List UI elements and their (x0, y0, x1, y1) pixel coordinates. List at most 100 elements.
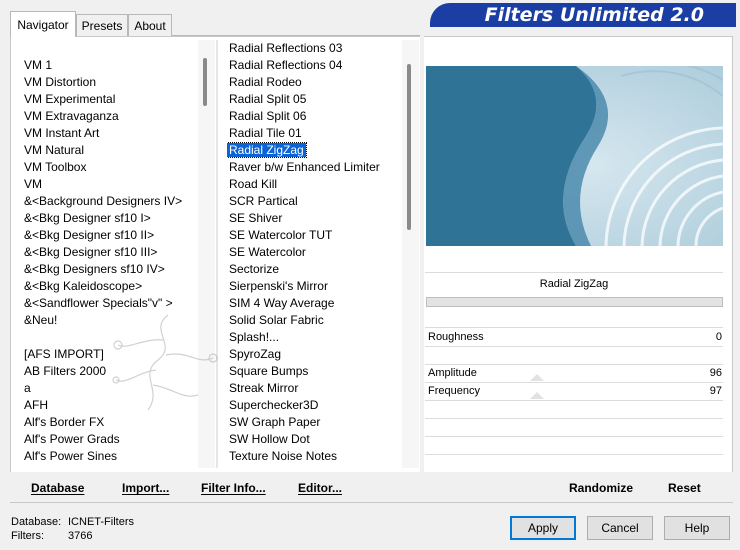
category-item[interactable]: [AFS IMPORT] (22, 346, 198, 363)
filter-item[interactable]: SE Watercolor (227, 244, 402, 261)
tab-navigator[interactable]: Navigator (10, 11, 76, 37)
category-item[interactable]: AB Filters 2000 (22, 363, 198, 380)
reset-button[interactable]: Reset (668, 481, 701, 495)
slider-caret-icon (530, 374, 544, 381)
category-item[interactable]: Alf's Power Sines (22, 448, 198, 465)
category-item[interactable]: VM Instant Art (22, 125, 198, 142)
filter-item[interactable]: Sierpenski's Mirror (227, 278, 402, 295)
param-value-amplitude[interactable]: 96 (710, 367, 722, 379)
category-item[interactable]: VM Distortion (22, 74, 198, 91)
filter-item-label: Texture Noise Notes (229, 449, 338, 463)
tab-about[interactable]: About (128, 14, 172, 36)
category-item[interactable]: VM Experimental (22, 91, 198, 108)
filter-item[interactable]: Streak Mirror (227, 380, 402, 397)
filter-item[interactable]: SIM 4 Way Average (227, 295, 402, 312)
filter-item[interactable]: Radial Split 05 (227, 91, 402, 108)
category-item-label: &<Bkg Designer sf10 I> (24, 211, 151, 225)
list-divider (216, 40, 218, 468)
apply-button[interactable]: Apply (510, 516, 576, 540)
filter-item-label: SE Watercolor (229, 245, 306, 259)
category-item[interactable] (22, 329, 198, 346)
filter-item-label: Radial Split 06 (229, 109, 307, 123)
database-button[interactable]: Database (31, 481, 84, 495)
filter-item[interactable]: Road Kill (227, 176, 402, 193)
filter-item-label: Radial Reflections 03 (229, 41, 343, 55)
category-item[interactable]: &<Bkg Designers sf10 IV> (22, 261, 198, 278)
filter-list[interactable]: Radial Reflections 03 Radial Reflections … (227, 40, 402, 468)
category-item[interactable]: Alf's Border FX (22, 414, 198, 431)
filter-item[interactable]: Sectorize (227, 261, 402, 278)
category-item-label: VM Instant Art (24, 126, 100, 140)
filter-item[interactable]: Splash!... (227, 329, 402, 346)
filter-info-button[interactable]: Filter Info... (201, 481, 266, 495)
param-line (425, 382, 723, 383)
filter-item[interactable]: SpyroZag (227, 346, 402, 363)
category-item[interactable]: Alf's Power Grads (22, 431, 198, 448)
editor-button[interactable]: Editor... (298, 481, 342, 495)
filter-item[interactable]: Radial Rodeo (227, 74, 402, 91)
category-item[interactable]: &<Bkg Designer sf10 II> (22, 227, 198, 244)
randomize-button[interactable]: Randomize (569, 481, 633, 495)
category-scrollbar[interactable] (198, 40, 215, 468)
filter-item[interactable]: Radial Split 06 (227, 108, 402, 125)
filter-item-label: Solid Solar Fabric (229, 313, 324, 327)
category-item[interactable]: VM Natural (22, 142, 198, 159)
category-item[interactable]: VM (22, 176, 198, 193)
filter-item[interactable]: Square Bumps (227, 363, 402, 380)
slider-caret-icon (530, 392, 544, 399)
category-item[interactable]: &<Sandflower Specials"v" > (22, 295, 198, 312)
panel-separator (420, 36, 424, 502)
category-item-label: Alf's Power Sines (24, 449, 117, 463)
filter-item[interactable]: Radial Reflections 04 (227, 57, 402, 74)
param-value-frequency[interactable]: 97 (710, 385, 722, 397)
param-label-roughness: Roughness (428, 331, 484, 343)
category-item-label: &<Bkg Designer sf10 II> (24, 228, 155, 242)
filter-item-label: Square Bumps (229, 364, 309, 378)
filter-scroll-thumb[interactable] (407, 64, 411, 230)
category-scroll-thumb[interactable] (203, 58, 207, 106)
filter-item[interactable]: Radial ZigZag (227, 142, 402, 159)
category-item[interactable]: a (22, 380, 198, 397)
filter-item[interactable]: Raver b/w Enhanced Limiter (227, 159, 402, 176)
category-item[interactable]: &<Bkg Kaleidoscope> (22, 278, 198, 295)
param-line (425, 364, 723, 365)
preview-image (426, 66, 723, 246)
filters-label: Filters: (11, 530, 44, 542)
filter-item[interactable]: SW Graph Paper (227, 414, 402, 431)
filter-item[interactable]: Superchecker3D (227, 397, 402, 414)
filter-item-label: SW Hollow Dot (229, 432, 310, 446)
filter-scrollbar[interactable] (402, 40, 419, 468)
filter-item[interactable]: SE Shiver (227, 210, 402, 227)
cancel-button[interactable]: Cancel (587, 516, 653, 540)
category-item[interactable]: &<Bkg Designer sf10 I> (22, 210, 198, 227)
category-item-label: VM Natural (24, 143, 85, 157)
category-item[interactable] (22, 40, 198, 57)
filter-item[interactable]: SCR Partical (227, 193, 402, 210)
category-item-label: &<Background Designers IV> (24, 194, 183, 208)
category-item[interactable]: VM Extravaganza (22, 108, 198, 125)
category-item[interactable]: VM 1 (22, 57, 198, 74)
import-button[interactable]: Import... (122, 481, 169, 495)
category-item[interactable]: &<Bkg Designer sf10 III> (22, 244, 198, 261)
filters-count: 3766 (68, 530, 93, 542)
category-item-label: VM Extravaganza (24, 109, 119, 123)
category-item[interactable]: VM Toolbox (22, 159, 198, 176)
category-item[interactable]: &<Background Designers IV> (22, 193, 198, 210)
filter-item[interactable]: Radial Tile 01 (227, 125, 402, 142)
param-value-roughness[interactable]: 0 (716, 331, 722, 343)
filter-item[interactable]: SE Watercolor TUT (227, 227, 402, 244)
tab-presets[interactable]: Presets (76, 14, 128, 36)
category-item-label: VM (24, 177, 42, 191)
param-label-frequency: Frequency (428, 385, 480, 397)
help-button[interactable]: Help (664, 516, 730, 540)
filter-item-label: SCR Partical (229, 194, 298, 208)
filter-item[interactable]: SW Hollow Dot (227, 431, 402, 448)
category-item[interactable]: &Neu! (22, 312, 198, 329)
filter-item[interactable]: Texture Noise Notes (227, 448, 402, 465)
category-list[interactable]: VM 1 VM Distortion VM Experimental VM Extra… (14, 40, 198, 468)
category-item[interactable]: AFH (22, 397, 198, 414)
param-line (425, 436, 723, 437)
category-item-label: &<Bkg Designers sf10 IV> (24, 262, 165, 276)
filter-item[interactable]: Radial Reflections 03 (227, 40, 402, 57)
filter-item[interactable]: Solid Solar Fabric (227, 312, 402, 329)
